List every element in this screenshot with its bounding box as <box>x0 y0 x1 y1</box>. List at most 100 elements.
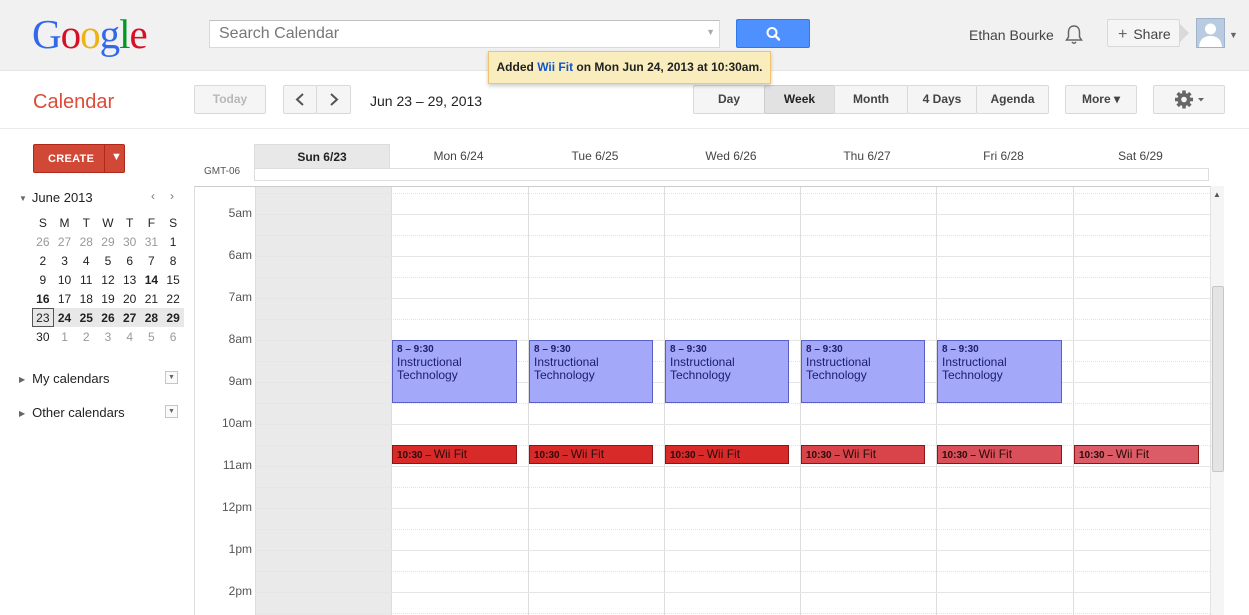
mini-day[interactable]: 3 <box>54 251 76 270</box>
mini-day[interactable]: 18 <box>75 289 97 308</box>
other-calendars-label: Other calendars <box>32 405 125 420</box>
google-logo[interactable]: Google <box>32 12 148 56</box>
event-title: Wii Fit <box>706 447 741 461</box>
mini-day[interactable]: 11 <box>75 270 97 289</box>
event-wii-fit[interactable]: 10:30 – Wii Fit <box>1074 445 1199 464</box>
today-button[interactable]: Today <box>194 85 266 114</box>
user-name[interactable]: Ethan Bourke <box>969 27 1054 43</box>
settings-button[interactable] <box>1153 85 1225 114</box>
day-header[interactable]: Sat 6/29 <box>1072 144 1209 168</box>
collapse-triangle-icon[interactable]: ▼ <box>19 194 27 203</box>
mini-day[interactable]: 19 <box>97 289 119 308</box>
search-input[interactable] <box>210 21 690 47</box>
time-grid[interactable]: 5am 6am 7am 8am 9am 10am 11am 12pm 1pm 2pm 8 – 9:3… <box>194 186 1210 615</box>
mini-day[interactable]: 30 <box>32 327 54 346</box>
mini-day[interactable]: 4 <box>119 327 141 346</box>
share-button[interactable]: + Share <box>1107 19 1180 47</box>
create-button[interactable]: CREATE ▼ <box>33 144 125 173</box>
mini-day[interactable]: 23 <box>32 308 54 327</box>
mini-day[interactable]: 5 <box>97 251 119 270</box>
mini-day[interactable]: 1 <box>162 232 184 251</box>
mini-day[interactable]: 14 <box>141 270 163 289</box>
other-calendars-menu-icon[interactable]: ▼ <box>165 405 178 418</box>
mini-day[interactable]: 26 <box>32 232 54 251</box>
view-week-button[interactable]: Week <box>764 85 835 114</box>
mini-day[interactable]: 27 <box>54 232 76 251</box>
toast-event-link[interactable]: Wii Fit <box>537 60 573 74</box>
mini-day[interactable]: 1 <box>54 327 76 346</box>
next-week-button[interactable] <box>316 85 351 114</box>
mini-day[interactable]: 10 <box>54 270 76 289</box>
mini-next-month-icon[interactable]: › <box>170 189 174 203</box>
event-wii-fit[interactable]: 10:30 – Wii Fit <box>665 445 789 464</box>
mini-day[interactable]: 28 <box>140 308 163 327</box>
mini-day[interactable]: 2 <box>32 251 54 270</box>
mini-day[interactable]: 13 <box>119 270 141 289</box>
mini-day[interactable]: 6 <box>119 251 141 270</box>
mini-day[interactable]: 7 <box>141 251 163 270</box>
other-calendars-section[interactable]: ▶ Other calendars <box>19 405 125 420</box>
mini-day[interactable]: 9 <box>32 270 54 289</box>
notifications-bell-icon[interactable] <box>1064 24 1084 49</box>
view-month-button[interactable]: Month <box>834 85 908 114</box>
my-calendars-section[interactable]: ▶ My calendars <box>19 371 109 386</box>
event-instructional-technology[interactable]: 8 – 9:30 Instructional Technology <box>392 340 517 403</box>
day-header[interactable]: Tue 6/25 <box>527 144 663 168</box>
event-wii-fit[interactable]: 10:30 – Wii Fit <box>801 445 925 464</box>
view-day-button[interactable]: Day <box>693 85 765 114</box>
mini-day[interactable]: 20 <box>119 289 141 308</box>
view-agenda-button[interactable]: Agenda <box>976 85 1049 114</box>
mini-day[interactable]: 3 <box>97 327 119 346</box>
mini-day[interactable]: 24 <box>53 308 76 327</box>
event-instructional-technology[interactable]: 8 – 9:30 Instructional Technology <box>665 340 789 403</box>
mini-day[interactable]: 29 <box>162 308 184 327</box>
hour-label: 6am <box>228 248 252 262</box>
event-instructional-technology[interactable]: 8 – 9:30 Instructional Technology <box>529 340 653 403</box>
day-header[interactable]: Mon 6/24 <box>390 144 527 168</box>
mini-day[interactable]: 26 <box>97 308 119 327</box>
mini-day[interactable]: 30 <box>119 232 141 251</box>
account-menu-caret-icon[interactable]: ▼ <box>1229 30 1238 40</box>
day-header[interactable]: Sun 6/23 <box>254 144 390 168</box>
mini-day[interactable]: 15 <box>162 270 184 289</box>
mini-day[interactable]: 29 <box>97 232 119 251</box>
my-calendars-menu-icon[interactable]: ▼ <box>165 371 178 384</box>
previous-week-button[interactable] <box>283 85 317 114</box>
view-4days-button[interactable]: 4 Days <box>907 85 977 114</box>
mini-day[interactable]: 28 <box>75 232 97 251</box>
mini-day[interactable]: 17 <box>54 289 76 308</box>
mini-day[interactable]: 16 <box>32 289 54 308</box>
day-header[interactable]: Fri 6/28 <box>935 144 1072 168</box>
mini-day[interactable]: 2 <box>75 327 97 346</box>
event-wii-fit[interactable]: 10:30 – Wii Fit <box>529 445 653 464</box>
day-header[interactable]: Wed 6/26 <box>663 144 799 168</box>
day-header[interactable]: Thu 6/27 <box>799 144 935 168</box>
search-button[interactable] <box>736 19 810 48</box>
event-instructional-technology[interactable]: 8 – 9:30 Instructional Technology <box>801 340 925 403</box>
mini-day[interactable]: 21 <box>141 289 163 308</box>
mini-day[interactable]: 8 <box>162 251 184 270</box>
mini-day[interactable]: 27 <box>118 308 141 327</box>
quick-add-dropdown-icon[interactable]: ▼ <box>111 151 122 163</box>
mini-day[interactable]: 12 <box>97 270 119 289</box>
search-options-caret-icon[interactable]: ▼ <box>706 27 715 37</box>
avatar[interactable] <box>1196 18 1225 48</box>
event-time: 10:30 <box>670 450 696 461</box>
mini-day[interactable]: 22 <box>162 289 184 308</box>
mini-day[interactable]: 4 <box>75 251 97 270</box>
more-button[interactable]: More ▾ <box>1065 85 1137 114</box>
mini-day[interactable]: 5 <box>141 327 163 346</box>
search-box[interactable]: ▼ <box>209 20 720 48</box>
all-day-row[interactable] <box>254 168 1209 181</box>
mini-day[interactable]: 6 <box>162 327 184 346</box>
scrollbar-thumb[interactable] <box>1212 286 1224 472</box>
mini-day[interactable]: 25 <box>75 308 98 327</box>
vertical-scrollbar[interactable]: ▲ <box>1210 186 1224 615</box>
mini-prev-month-icon[interactable]: ‹ <box>151 189 155 203</box>
event-wii-fit[interactable]: 10:30 – Wii Fit <box>937 445 1062 464</box>
mini-day[interactable]: 31 <box>141 232 163 251</box>
mini-calendar-header[interactable]: ▼ June 2013 <box>19 190 93 205</box>
event-instructional-technology[interactable]: 8 – 9:30 Instructional Technology <box>937 340 1062 403</box>
scroll-up-icon[interactable]: ▲ <box>1213 190 1221 199</box>
event-wii-fit[interactable]: 10:30 – Wii Fit <box>392 445 517 464</box>
